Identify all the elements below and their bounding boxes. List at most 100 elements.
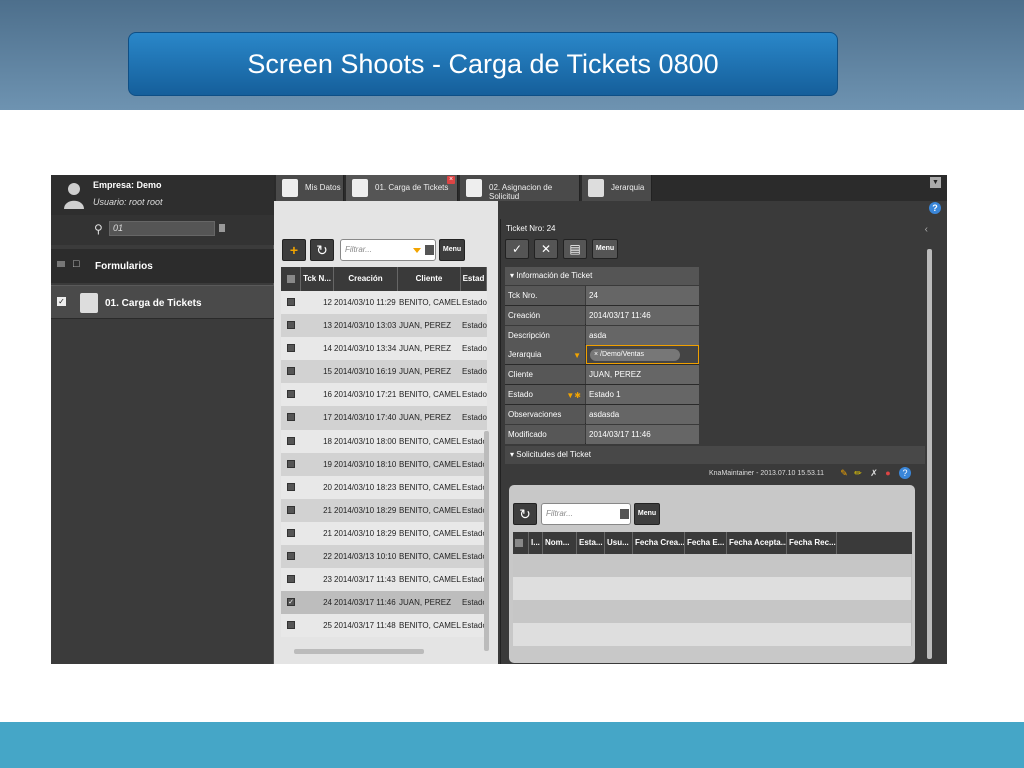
table-row[interactable]: 21 2014/03/10 18:29 BENITO, CAMELA Estado bbox=[281, 521, 487, 546]
detail-menu-button[interactable]: Menu bbox=[592, 239, 618, 259]
cell-tck: 14 bbox=[323, 344, 332, 354]
row-checkbox[interactable] bbox=[287, 298, 295, 306]
field-input[interactable]: 2014/03/17 11:46 bbox=[586, 305, 699, 325]
tab-mis-datos[interactable]: Mis Datos bbox=[276, 175, 344, 201]
col-fecha-e[interactable]: Fecha E... bbox=[685, 532, 727, 554]
table-row[interactable]: 16 2014/03/10 17:21 BENITO, CAMELA Estado bbox=[281, 383, 487, 407]
refresh-button[interactable]: ↻ bbox=[310, 239, 334, 261]
col-fecha-rec[interactable]: Fecha Rec... bbox=[787, 532, 837, 554]
row-checkbox[interactable] bbox=[287, 575, 295, 584]
filter-options-icon[interactable] bbox=[425, 245, 434, 255]
row-checkbox[interactable] bbox=[287, 552, 295, 561]
add-button[interactable]: + bbox=[282, 239, 306, 261]
table-row[interactable]: 13 2014/03/10 13:03 JUAN, PEREZ Estado bbox=[281, 314, 487, 338]
field-input[interactable]: 2014/03/17 11:46 bbox=[586, 424, 699, 444]
col-fecha-aceptacion[interactable]: Fecha Acepta... bbox=[727, 532, 787, 554]
pencil-icon[interactable]: ✏ bbox=[853, 467, 863, 479]
table-row[interactable]: 25 2014/03/17 11:48 BENITO, CAMELA Estado bbox=[281, 614, 487, 638]
table-row[interactable]: ✓ 24 2014/03/17 11:46 JUAN, PEREZ Estado bbox=[281, 591, 487, 615]
cell-tck: 23 bbox=[323, 575, 332, 585]
row-checkbox[interactable]: ✓ bbox=[287, 598, 295, 607]
horizontal-scrollbar[interactable] bbox=[294, 649, 424, 654]
table-row[interactable] bbox=[513, 554, 912, 577]
vertical-scrollbar[interactable] bbox=[927, 249, 932, 659]
tab-overflow-button[interactable]: ▼ bbox=[930, 177, 941, 188]
row-checkbox[interactable] bbox=[287, 621, 295, 630]
row-checkbox[interactable] bbox=[287, 413, 295, 422]
select-all-checkbox[interactable] bbox=[281, 267, 301, 291]
form-view-button[interactable]: ▤ bbox=[563, 239, 587, 259]
table-row[interactable]: 19 2014/03/10 18:10 BENITO, CAMELA Estado bbox=[281, 452, 487, 476]
help-icon[interactable]: ? bbox=[929, 202, 941, 214]
col-nombre[interactable]: Nom... bbox=[543, 532, 577, 554]
chevron-down-icon[interactable]: ▼ bbox=[573, 346, 581, 365]
tab-carga-tickets[interactable]: 01. Carga de Tickets × bbox=[346, 175, 458, 201]
row-checkbox[interactable] bbox=[287, 344, 295, 353]
row-checkbox[interactable] bbox=[287, 459, 295, 468]
chevron-down-icon[interactable] bbox=[413, 248, 421, 253]
col-creacion[interactable]: Creación bbox=[334, 267, 398, 291]
col-fecha-creacion[interactable]: Fecha Crea... bbox=[633, 532, 685, 554]
row-checkbox[interactable] bbox=[287, 390, 295, 399]
filter-input[interactable]: Filtrar... bbox=[340, 239, 436, 261]
edit-icon[interactable]: ✎ bbox=[839, 467, 849, 479]
col-estado[interactable]: Estad bbox=[461, 267, 487, 291]
field-input[interactable]: JUAN, PEREZ bbox=[586, 365, 699, 385]
table-row[interactable] bbox=[513, 577, 912, 600]
table-row[interactable]: 14 2014/03/10 13:34 JUAN, PEREZ Estado bbox=[281, 337, 487, 361]
row-checkbox[interactable] bbox=[287, 505, 295, 514]
field-input[interactable]: × /Demo/Ventas bbox=[586, 345, 699, 365]
row-checkbox[interactable] bbox=[287, 367, 295, 376]
field-input[interactable]: Estado 1 bbox=[586, 385, 699, 404]
help-icon[interactable]: ? bbox=[899, 467, 911, 479]
search-clear-button[interactable] bbox=[219, 224, 225, 232]
form-item-carga-tickets[interactable]: ✓ 01. Carga de Tickets bbox=[51, 285, 274, 319]
solicitudes-menu-button[interactable]: Menu bbox=[634, 503, 660, 525]
refresh-button[interactable]: ↻ bbox=[513, 503, 537, 525]
row-checkbox[interactable] bbox=[287, 528, 295, 537]
close-icon[interactable]: × bbox=[447, 176, 455, 184]
hierarchy-tag[interactable]: × /Demo/Ventas bbox=[590, 349, 680, 362]
tools-icon[interactable]: ✗ bbox=[869, 467, 879, 479]
table-row[interactable]: 15 2014/03/10 16:19 JUAN, PEREZ Estado bbox=[281, 360, 487, 384]
vertical-scrollbar[interactable] bbox=[484, 431, 489, 651]
table-row[interactable]: 12 2014/03/10 11:29 BENITO, CAMELA Estado bbox=[281, 291, 487, 315]
search-input[interactable]: 01 bbox=[109, 221, 215, 236]
table-row[interactable] bbox=[513, 600, 912, 623]
table-row[interactable]: 23 2014/03/17 11:43 BENITO, CAMELA Estado bbox=[281, 568, 487, 592]
field-input[interactable]: asdasda bbox=[586, 404, 699, 424]
tab-jerarquia[interactable]: Jerarquia bbox=[582, 175, 652, 201]
solicitudes-section-header[interactable]: ▾ Solicitudes del Ticket bbox=[505, 446, 925, 464]
table-row[interactable]: 22 2014/03/13 10:10 BENITO, CAMELA Estado bbox=[281, 545, 487, 569]
select-all-checkbox[interactable] bbox=[513, 532, 529, 554]
cancel-button[interactable]: ✕ bbox=[534, 239, 558, 259]
col-id[interactable]: I... bbox=[529, 532, 543, 554]
delete-icon[interactable]: ● bbox=[883, 467, 893, 479]
collapse-icon[interactable] bbox=[57, 261, 65, 267]
field-label: Descripción bbox=[505, 325, 585, 345]
col-usuario[interactable]: Usu... bbox=[605, 532, 633, 554]
tab-asignacion-solicitud[interactable]: 02. Asignacion de Solicitud bbox=[460, 175, 580, 201]
table-row[interactable]: 21 2014/03/10 18:29 BENITO, CAMELA Estado bbox=[281, 498, 487, 522]
form-item-checkbox[interactable]: ✓ bbox=[57, 297, 66, 306]
field-input[interactable]: 24 bbox=[586, 286, 699, 305]
solicitudes-filter-input[interactable]: Filtrar... bbox=[541, 503, 631, 525]
field-input[interactable]: asda bbox=[586, 325, 699, 345]
row-checkbox[interactable] bbox=[287, 436, 295, 445]
menu-button[interactable]: Menu bbox=[439, 239, 465, 261]
row-checkbox[interactable] bbox=[287, 321, 295, 330]
cell-cliente: BENITO, CAMELA bbox=[399, 575, 461, 585]
table-row[interactable]: 18 2014/03/10 18:00 BENITO, CAMELA Estado bbox=[281, 429, 487, 453]
row-checkbox[interactable] bbox=[287, 482, 295, 491]
table-row[interactable]: 20 2014/03/10 18:23 BENITO, CAMELA Estado bbox=[281, 475, 487, 499]
col-cliente[interactable]: Cliente bbox=[398, 267, 461, 291]
chevron-left-icon[interactable]: ‹ bbox=[925, 224, 928, 235]
col-tck[interactable]: Tck N... bbox=[301, 267, 334, 291]
formularios-header[interactable]: □ Formularios bbox=[51, 249, 274, 283]
save-button[interactable]: ✓ bbox=[505, 239, 529, 259]
info-section-header[interactable]: ▾ Información de Ticket bbox=[505, 267, 699, 285]
col-estado[interactable]: Esta... bbox=[577, 532, 605, 554]
table-row[interactable] bbox=[513, 623, 912, 646]
table-row[interactable]: 17 2014/03/10 17:40 JUAN, PEREZ Estado bbox=[281, 406, 487, 430]
filter-options-icon[interactable] bbox=[620, 509, 629, 519]
